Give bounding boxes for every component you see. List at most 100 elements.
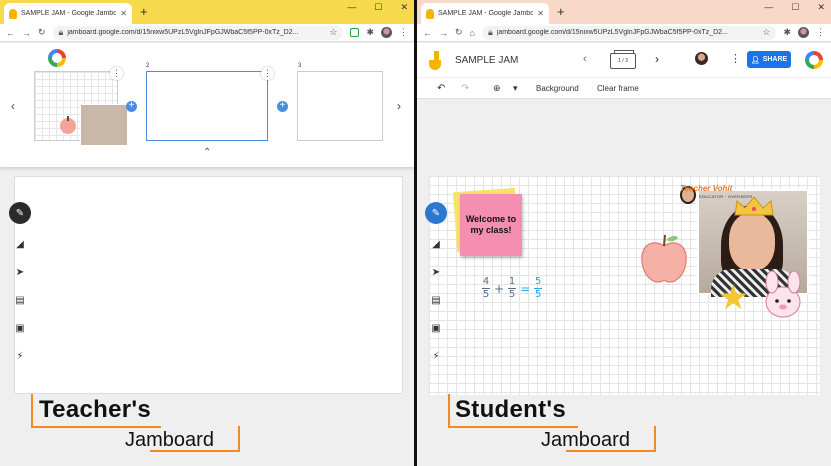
fraction-b: 15 xyxy=(508,276,517,300)
prev-frames-icon[interactable]: ‹ xyxy=(11,99,15,113)
reload-icon[interactable]: ↻ xyxy=(38,27,46,38)
select-icon[interactable]: ➤ xyxy=(428,264,444,280)
laser-icon[interactable]: ⚡︎ xyxy=(428,348,444,364)
jam-title[interactable]: SAMPLE JAM xyxy=(455,55,518,66)
lock-icon: 🔒︎ xyxy=(487,27,493,37)
browser-tab[interactable]: SAMPLE JAM - Google Jamboard ✕ xyxy=(421,3,549,24)
apple-sticker-icon xyxy=(60,116,76,134)
redo-icon[interactable]: ↷ xyxy=(461,83,469,94)
star-sticker-icon[interactable]: ★ xyxy=(718,278,748,318)
new-tab-icon[interactable]: + xyxy=(557,4,565,20)
student-caption: Student's xyxy=(455,396,567,423)
minimize-icon[interactable]: — xyxy=(347,2,356,13)
maximize-icon[interactable]: ☐ xyxy=(791,2,799,13)
add-frame-button-2[interactable]: + xyxy=(277,101,288,112)
share-button[interactable]: 👤︎ SHARE xyxy=(747,51,791,68)
forward-icon[interactable]: → xyxy=(22,28,31,38)
undo-icon[interactable]: ↶ xyxy=(437,83,445,94)
bunny-sticker-icon[interactable] xyxy=(760,270,806,322)
sticky-note-icon[interactable]: ▤ xyxy=(12,292,28,308)
bookmark-star-icon[interactable]: ☆ xyxy=(762,27,770,38)
profile-avatar[interactable] xyxy=(381,27,392,38)
zoom-icon[interactable]: ⊕ xyxy=(493,83,501,94)
frame-indicator[interactable]: 1 / 3 xyxy=(610,50,636,69)
pen-icon[interactable]: ✎ xyxy=(425,202,447,224)
bookmark-star-icon[interactable]: ☆ xyxy=(329,27,337,38)
tool-rail: ✎ ◢ ➤ ▤ ▣ ⚡︎ xyxy=(9,202,31,364)
select-icon[interactable]: ➤ xyxy=(12,264,28,280)
pen-icon[interactable]: ✎ xyxy=(9,202,31,224)
url-text: jamboard.google.com/d/15nixw5UPzL5VglnJF… xyxy=(67,29,299,36)
background-button[interactable]: Background xyxy=(536,84,579,93)
close-window-icon[interactable]: ✕ xyxy=(400,2,408,13)
url-field[interactable]: 🔒︎ jamboard.google.com/d/15nixw5UPzL5Vgl… xyxy=(52,25,344,40)
eraser-icon[interactable]: ◢ xyxy=(428,236,444,252)
clear-frame-button[interactable]: Clear frame xyxy=(597,84,639,93)
window-controls: — ☐ ✕ xyxy=(347,2,408,13)
frame-thumbnail-1[interactable] xyxy=(34,71,128,146)
fraction-b-numerator: 1 xyxy=(508,276,516,287)
back-icon[interactable]: ← xyxy=(423,28,432,38)
new-tab-icon[interactable]: + xyxy=(140,4,148,20)
fraction-b-denominator: 5 xyxy=(508,289,516,300)
tool-rail: ✎ ◢ ➤ ▤ ▣ ⚡︎ xyxy=(425,202,447,364)
maximize-icon[interactable]: ☐ xyxy=(374,2,382,13)
apple-sticker-icon[interactable] xyxy=(638,232,690,286)
puzzle-icon[interactable]: ✱ xyxy=(366,27,374,38)
address-bar: ← → ↻ ⌂ 🔒︎ jamboard.google.com/d/15nixw5… xyxy=(417,24,831,42)
fraction-c-denominator: 5 xyxy=(534,289,542,300)
fraction-c-numerator: 5 xyxy=(534,276,542,287)
frame-1-menu-icon[interactable]: ⋮ xyxy=(110,67,123,80)
jamboard-favicon-icon xyxy=(9,8,17,19)
frame-number-3: 3 xyxy=(298,63,302,69)
add-frame-button-1[interactable]: + xyxy=(126,101,137,112)
puzzle-icon[interactable]: ✱ xyxy=(783,27,791,38)
menu-dots-icon[interactable]: ⋮ xyxy=(816,27,825,38)
next-frame-icon[interactable]: › xyxy=(655,52,659,66)
account-logo-icon[interactable] xyxy=(805,51,823,69)
forward-icon[interactable]: → xyxy=(439,28,448,38)
minimize-icon[interactable]: — xyxy=(764,2,773,13)
home-icon[interactable]: ⌂ xyxy=(470,28,475,38)
laser-icon[interactable]: ⚡︎ xyxy=(12,348,28,364)
extension-icon[interactable] xyxy=(350,28,360,37)
next-frames-icon[interactable]: › xyxy=(397,99,401,113)
prev-frame-icon[interactable]: ‹ xyxy=(583,53,587,65)
fraction-a-numerator: 4 xyxy=(482,276,490,287)
browser-tab[interactable]: SAMPLE JAM - Google Jamboard ✕ xyxy=(4,3,132,24)
frame-2-menu-icon[interactable]: ⋮ xyxy=(261,67,274,80)
fraction-a: 45 xyxy=(482,277,490,300)
jamboard-logo-icon xyxy=(48,49,66,67)
collaborator-avatar[interactable] xyxy=(695,52,708,65)
close-tab-icon[interactable]: ✕ xyxy=(120,9,127,18)
address-bar: ← → ↻ 🔒︎ jamboard.google.com/d/15nixw5UP… xyxy=(0,24,414,42)
eraser-icon[interactable]: ◢ xyxy=(12,236,28,252)
image-icon[interactable]: ▣ xyxy=(12,320,28,336)
crown-sticker-icon[interactable] xyxy=(733,195,775,217)
profile-avatar[interactable] xyxy=(798,27,809,38)
close-tab-icon[interactable]: ✕ xyxy=(537,9,544,18)
zoom-dropdown-icon[interactable]: ▾ xyxy=(513,83,518,94)
share-label: SHARE xyxy=(762,56,788,63)
frame-bar: ‹ ⋮ + 2 ⋮ + 3 › ⌃ xyxy=(0,43,414,167)
handwritten-equation[interactable]: 45 + 15 = 55 xyxy=(482,276,543,300)
lock-icon: 🔒︎ xyxy=(58,27,64,37)
sticky-note-icon[interactable]: ▤ xyxy=(428,292,444,308)
frame-thumbnail-2[interactable] xyxy=(146,71,268,141)
reload-icon[interactable]: ↻ xyxy=(455,27,463,38)
teacher-canvas[interactable] xyxy=(14,176,403,394)
sticky-note[interactable]: Welcome to my class! xyxy=(460,194,522,256)
url-field[interactable]: 🔒︎ jamboard.google.com/d/15nixw5UPzL5Vgl… xyxy=(481,25,777,40)
jamboard-app-bar: SAMPLE JAM ‹ 1 / 3 › ⋮ 👤︎ SHARE xyxy=(417,43,831,77)
image-icon[interactable]: ▣ xyxy=(428,320,444,336)
more-options-icon[interactable]: ⋮ xyxy=(730,52,741,65)
fraction-a-denominator: 5 xyxy=(482,289,490,300)
close-window-icon[interactable]: ✕ xyxy=(817,2,825,13)
frame-number-2: 2 xyxy=(146,63,150,69)
tab-strip: SAMPLE JAM - Google Jamboard ✕ + — ☐ ✕ xyxy=(417,0,831,24)
back-icon[interactable]: ← xyxy=(6,28,15,38)
url-text: jamboard.google.com/d/15nixw5UPzL5VglnJF… xyxy=(496,29,728,36)
collapse-frame-bar-icon[interactable]: ⌃ xyxy=(203,147,211,158)
menu-dots-icon[interactable]: ⋮ xyxy=(399,27,408,38)
frame-thumbnail-3[interactable] xyxy=(297,71,383,141)
